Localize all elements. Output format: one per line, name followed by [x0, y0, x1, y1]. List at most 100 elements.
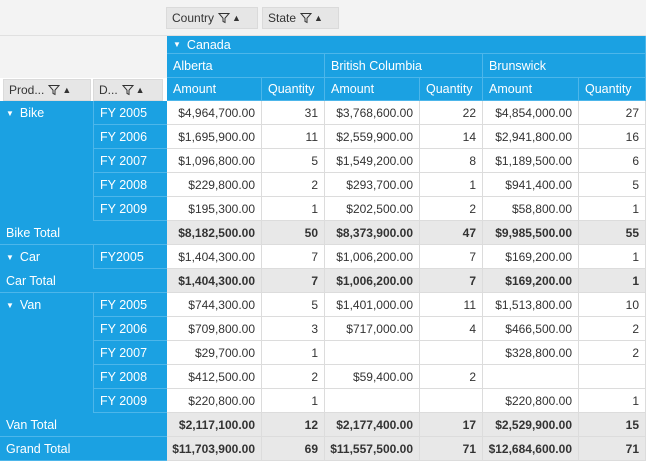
amount-cell: $1,401,000.00 — [325, 293, 420, 317]
collapse-triangle-icon[interactable]: ▼ — [6, 109, 14, 118]
quantity-cell: 2 — [262, 173, 325, 197]
measure-header-label: Quantity — [268, 82, 315, 96]
collapse-triangle-icon[interactable]: ▼ — [6, 253, 14, 262]
measure-header[interactable]: Quantity — [420, 78, 483, 101]
measure-header[interactable]: Amount — [483, 78, 579, 101]
sort-ascending-icon[interactable]: ▲ — [314, 13, 323, 23]
quantity-cell — [420, 389, 483, 413]
date-field-chip[interactable]: D... ▲ — [93, 79, 163, 101]
filter-icon[interactable] — [300, 12, 313, 24]
total-row-header: Van Total — [0, 413, 167, 437]
sort-ascending-icon[interactable]: ▲ — [62, 85, 71, 95]
quantity-cell: 27 — [579, 101, 646, 125]
amount-cell: $12,684,600.00 — [483, 437, 579, 461]
filter-icon[interactable] — [48, 84, 61, 96]
quantity-cell: 1 — [420, 173, 483, 197]
year-row-header: FY 2005 — [93, 293, 167, 317]
measure-header[interactable]: Quantity — [579, 78, 646, 101]
state-header-label: British Columbia — [331, 58, 423, 73]
state-field-chip[interactable]: State ▲ — [262, 7, 339, 29]
product-row-spacer — [0, 389, 93, 413]
amount-cell: $4,964,700.00 — [167, 101, 262, 125]
quantity-cell: 10 — [579, 293, 646, 317]
amount-cell: $8,373,900.00 — [325, 221, 420, 245]
measure-header[interactable]: Amount — [325, 78, 420, 101]
quantity-cell: 69 — [262, 437, 325, 461]
state-header-british-columbia[interactable]: British Columbia — [325, 54, 483, 78]
amount-cell: $169,200.00 — [483, 245, 579, 269]
product-field-label: Prod... — [9, 83, 45, 97]
product-row-spacer — [0, 173, 93, 197]
quantity-cell: 3 — [262, 317, 325, 341]
year-row-header: FY 2006 — [93, 125, 167, 149]
amount-cell: $1,096,800.00 — [167, 149, 262, 173]
measure-header-label: Amount — [489, 82, 533, 96]
amount-cell: $202,500.00 — [325, 197, 420, 221]
collapse-triangle-icon[interactable]: ▼ — [6, 301, 14, 310]
quantity-cell: 4 — [420, 317, 483, 341]
total-row-header: Bike Total — [0, 221, 167, 245]
quantity-cell: 1 — [579, 269, 646, 293]
amount-cell — [325, 389, 420, 413]
country-header[interactable]: ▼ Canada — [167, 36, 646, 54]
measure-header-label: Quantity — [426, 82, 473, 96]
amount-cell: $2,941,800.00 — [483, 125, 579, 149]
quantity-cell: 5 — [579, 173, 646, 197]
amount-cell: $744,300.00 — [167, 293, 262, 317]
quantity-cell: 16 — [579, 125, 646, 149]
year-row-header: FY 2007 — [93, 341, 167, 365]
amount-cell: $412,500.00 — [167, 365, 262, 389]
quantity-cell: 2 — [420, 197, 483, 221]
quantity-cell: 2 — [579, 317, 646, 341]
collapse-triangle-icon[interactable]: ▼ — [173, 40, 181, 49]
quantity-cell: 7 — [262, 245, 325, 269]
amount-cell — [325, 341, 420, 365]
measure-header[interactable]: Amount — [167, 78, 262, 101]
quantity-cell: 1 — [262, 341, 325, 365]
amount-cell: $1,006,200.00 — [325, 245, 420, 269]
product-row-header[interactable]: ▼ Car — [0, 245, 93, 269]
year-row-header: FY 2005 — [93, 101, 167, 125]
state-header-alberta[interactable]: Alberta — [167, 54, 325, 78]
product-row-spacer — [0, 341, 93, 365]
amount-cell: $293,700.00 — [325, 173, 420, 197]
year-row-header: FY 2009 — [93, 197, 167, 221]
product-row-header[interactable]: ▼ Bike — [0, 101, 93, 125]
quantity-cell: 15 — [579, 413, 646, 437]
filter-icon[interactable] — [218, 12, 231, 24]
filter-icon[interactable] — [121, 84, 134, 96]
amount-cell: $59,400.00 — [325, 365, 420, 389]
product-label: Van — [19, 298, 42, 312]
product-row-header[interactable]: ▼ Van — [0, 293, 93, 317]
year-row-header: FY 2007 — [93, 149, 167, 173]
sort-ascending-icon[interactable]: ▲ — [232, 13, 241, 23]
quantity-cell: 71 — [420, 437, 483, 461]
amount-cell: $328,800.00 — [483, 341, 579, 365]
state-header-brunswick[interactable]: Brunswick — [483, 54, 646, 78]
amount-cell: $11,557,500.00 — [325, 437, 420, 461]
quantity-cell: 14 — [420, 125, 483, 149]
quantity-cell: 71 — [579, 437, 646, 461]
measure-header[interactable]: Quantity — [262, 78, 325, 101]
amount-cell: $11,703,900.00 — [167, 437, 262, 461]
product-row-spacer — [0, 365, 93, 389]
sort-ascending-icon[interactable]: ▲ — [136, 85, 145, 95]
amount-cell: $2,529,900.00 — [483, 413, 579, 437]
year-row-header: FY2005 — [93, 245, 167, 269]
measure-header-label: Quantity — [585, 82, 632, 96]
product-row-spacer — [0, 317, 93, 341]
amount-cell: $466,500.00 — [483, 317, 579, 341]
country-field-chip[interactable]: Country ▲ — [166, 7, 258, 29]
amount-cell: $1,006,200.00 — [325, 269, 420, 293]
year-row-header: FY 2006 — [93, 317, 167, 341]
amount-cell: $169,200.00 — [483, 269, 579, 293]
quantity-cell: 50 — [262, 221, 325, 245]
amount-cell: $1,404,300.00 — [167, 245, 262, 269]
amount-cell: $941,400.00 — [483, 173, 579, 197]
quantity-cell: 22 — [420, 101, 483, 125]
quantity-cell: 11 — [262, 125, 325, 149]
product-field-chip[interactable]: Prod... ▲ — [3, 79, 91, 101]
year-row-header: FY 2009 — [93, 389, 167, 413]
total-row-header: Car Total — [0, 269, 167, 293]
product-row-spacer — [0, 149, 93, 173]
